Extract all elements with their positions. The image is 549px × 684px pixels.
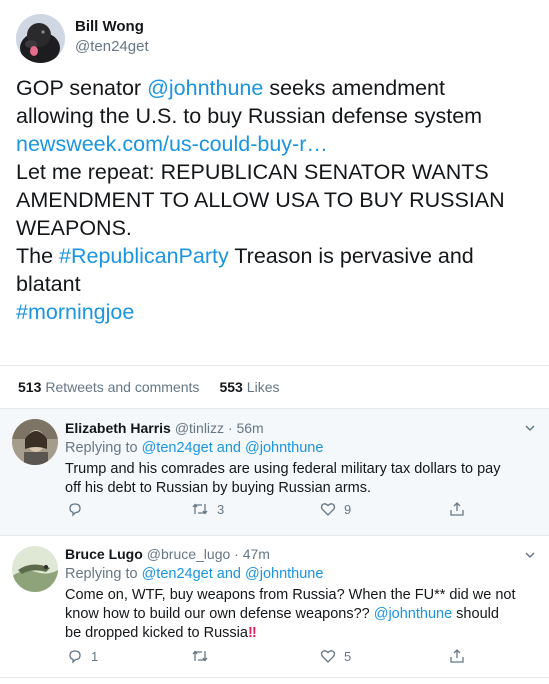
reply-icon xyxy=(69,650,81,664)
replying-and: and xyxy=(216,440,241,456)
text-line: be dropped kicked to Russia‼ xyxy=(65,624,540,643)
text-line: AMENDMENT TO ALLOW USA TO BUY RUSSIAN xyxy=(16,186,541,214)
likes-label: Likes xyxy=(246,378,280,395)
text-line: Let me repeat: REPUBLICAN SENATOR WANTS xyxy=(16,158,541,186)
replying-prefix: Replying to xyxy=(65,566,138,582)
reply-header: Elizabeth Harris @tinlizz · 56m xyxy=(65,420,264,436)
author-name[interactable]: Bill Wong xyxy=(75,18,144,35)
share-action[interactable] xyxy=(449,648,465,664)
text-segment: seeks amendment xyxy=(263,76,445,100)
author-handle[interactable]: @ten24get xyxy=(75,38,149,55)
replying-to-link[interactable]: @johnthune xyxy=(245,566,323,582)
likes-count: 553 xyxy=(219,378,243,395)
reply-count: 1 xyxy=(91,648,99,664)
retweet-action[interactable] xyxy=(191,648,217,664)
tweet-stats: 513 Retweets and comments 553 Likes xyxy=(0,365,549,407)
avatar[interactable] xyxy=(12,419,58,465)
replying-to: Replying to @ten24get and @johnthune xyxy=(65,566,323,582)
reply-time[interactable]: · 47m xyxy=(234,546,270,562)
text-line: blatant xyxy=(16,270,541,298)
like-icon xyxy=(320,650,336,663)
reply-text: Come on, WTF, buy weapons from Russia? W… xyxy=(65,586,540,643)
text-segment: Let me repeat: REPUBLICAN SENATOR WANTS xyxy=(16,160,489,184)
retweets-count: 513 xyxy=(18,378,42,395)
retweets-stat[interactable]: 513 Retweets and comments xyxy=(18,379,199,395)
text-line: #morningjoe xyxy=(16,298,541,326)
like-icon xyxy=(320,503,336,516)
inline-link[interactable]: newsweek.com/us-could-buy-r… xyxy=(16,132,328,156)
chevron-down-icon[interactable] xyxy=(525,423,535,433)
text-line: Come on, WTF, buy weapons from Russia? W… xyxy=(65,586,540,605)
replying-and: and xyxy=(216,566,241,582)
text-segment: AMENDMENT TO ALLOW USA TO BUY RUSSIAN xyxy=(16,188,505,212)
text-line: allowing the U.S. to buy Russian defense… xyxy=(16,102,541,130)
avatar[interactable] xyxy=(16,14,65,63)
action-bar: 3 9 xyxy=(65,501,475,521)
text-segment: Come on, WTF, buy weapons from Russia? W… xyxy=(65,587,516,603)
reply-author-name[interactable]: Elizabeth Harris xyxy=(65,420,171,436)
reply-tweet[interactable]: Elizabeth Harris @tinlizz · 56m Replying … xyxy=(0,409,549,536)
text-segment: know how to build our own defense weapon… xyxy=(65,606,374,622)
text-segment: WEAPONS. xyxy=(16,216,132,240)
inline-link[interactable]: #RepublicanParty xyxy=(59,244,229,268)
reply-author-name[interactable]: Bruce Lugo xyxy=(65,546,143,562)
text-line: Trump and his comrades are using federal… xyxy=(65,460,540,479)
retweet-icon xyxy=(192,650,208,662)
retweets-label: Retweets and comments xyxy=(45,378,200,395)
tweet-text: GOP senator @johnthune seeks amendment al… xyxy=(16,74,541,326)
text-segment: off his debt to Russian by buying Russia… xyxy=(65,480,372,496)
text-segment: should xyxy=(452,606,499,622)
text-segment: be dropped kicked to Russia xyxy=(65,625,248,641)
reply-author-handle[interactable]: @tinlizz xyxy=(175,420,224,436)
reply-action[interactable] xyxy=(67,501,91,517)
text-line: The #RepublicanParty Treason is pervasiv… xyxy=(16,242,541,270)
reply-header: Bruce Lugo @bruce_lugo · 47m xyxy=(65,546,270,562)
retweet-count: 3 xyxy=(217,501,225,517)
text-line: WEAPONS. xyxy=(16,214,541,242)
replying-prefix: Replying to xyxy=(65,440,138,456)
inline-link[interactable]: @johnthune xyxy=(147,76,263,100)
replying-to-link[interactable]: @johnthune xyxy=(245,440,323,456)
reply-tweet[interactable]: Bruce Lugo @bruce_lugo · 47m Replying to … xyxy=(0,536,549,678)
reply-author-handle[interactable]: @bruce_lugo xyxy=(147,546,231,562)
like-count: 9 xyxy=(344,501,352,517)
double-exclamation-emoji: ‼ xyxy=(247,625,257,641)
text-line: know how to build our own defense weapon… xyxy=(65,605,540,624)
action-bar: 1 5 xyxy=(65,648,475,668)
text-line: GOP senator @johnthune seeks amendment xyxy=(16,74,541,102)
text-segment: allowing the U.S. to buy Russian defense… xyxy=(16,104,483,128)
text-segment: Trump and his comrades are using federal… xyxy=(65,461,501,477)
text-segment: Treason is pervasive and xyxy=(228,244,474,268)
reply-text: Trump and his comrades are using federal… xyxy=(65,460,540,498)
share-action[interactable] xyxy=(449,501,465,517)
replying-to-link[interactable]: @ten24get xyxy=(142,440,213,456)
inline-link[interactable]: #morningjoe xyxy=(16,300,134,324)
retweet-action[interactable]: 3 xyxy=(191,501,224,517)
chevron-down-icon[interactable] xyxy=(525,550,535,560)
like-action[interactable]: 5 xyxy=(320,648,351,664)
text-segment: blatant xyxy=(16,272,81,296)
text-line: newsweek.com/us-could-buy-r… xyxy=(16,130,541,158)
share-icon xyxy=(450,649,464,663)
avatar[interactable] xyxy=(12,546,58,592)
share-icon xyxy=(450,502,464,516)
replying-to-link[interactable]: @ten24get xyxy=(142,566,213,582)
text-line: off his debt to Russian by buying Russia… xyxy=(65,479,540,498)
reply-icon xyxy=(69,503,81,517)
replying-to: Replying to @ten24get and @johnthune xyxy=(65,440,323,456)
like-count: 5 xyxy=(344,648,352,664)
retweet-icon xyxy=(192,503,208,515)
text-segment: GOP senator xyxy=(16,76,148,100)
text-segment: The xyxy=(16,244,60,268)
like-action[interactable]: 9 xyxy=(320,501,351,517)
reply-action[interactable]: 1 xyxy=(67,648,98,664)
likes-stat[interactable]: 553 Likes xyxy=(219,379,279,395)
inline-link[interactable]: @johnthune xyxy=(374,606,452,622)
main-tweet: Bill Wong @ten24get GOP senator @johnthu… xyxy=(0,0,549,409)
reply-time[interactable]: · 56m xyxy=(228,420,264,436)
